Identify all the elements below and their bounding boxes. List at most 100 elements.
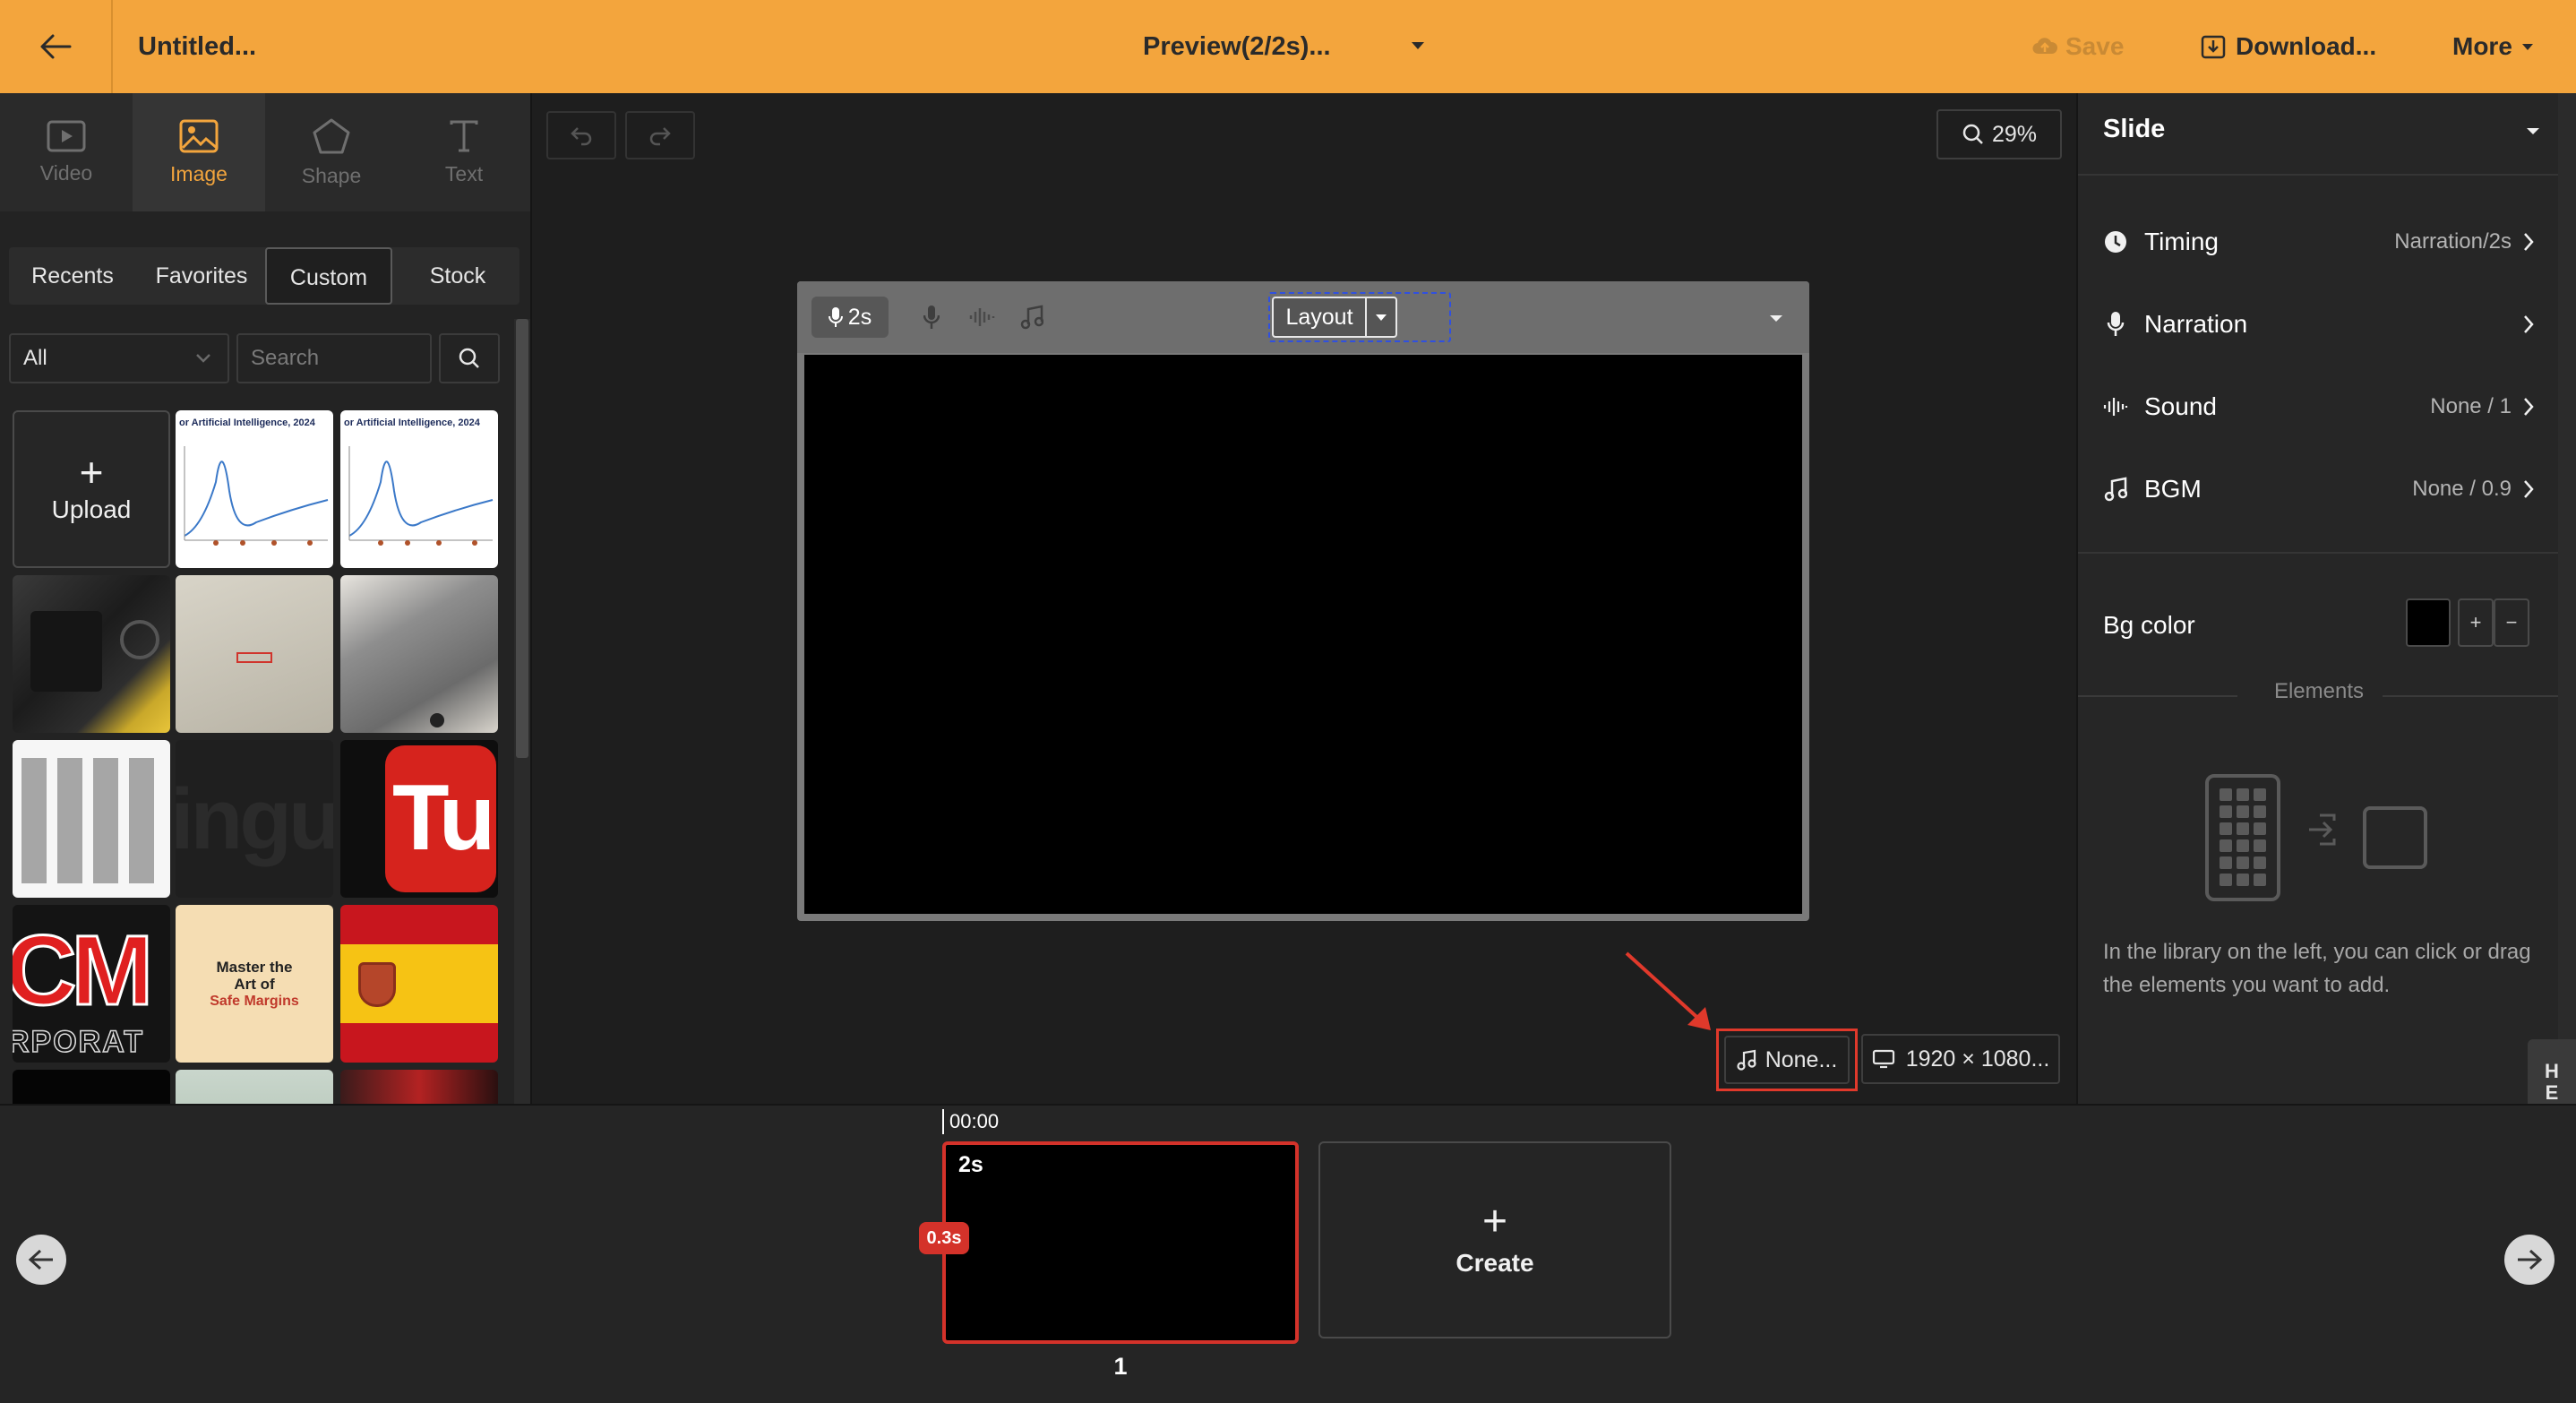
back-button[interactable] [0,0,113,93]
thumb-dark-text[interactable]: ingu [176,740,333,898]
thumb-youtube-logo[interactable]: Tu [340,740,498,898]
narration-label: Narration [2144,310,2248,338]
search-input[interactable] [236,333,432,383]
create-slide-button[interactable]: + Create [1318,1141,1671,1338]
more-menu-button[interactable]: More [2452,0,2536,93]
clock-icon [2103,229,2128,254]
thumb-dark-partial[interactable] [13,1070,170,1104]
arrow-right-icon [2518,1249,2543,1270]
create-slide-label: Create [1455,1249,1534,1277]
sound-button[interactable] [966,301,998,333]
library-scrollbar-thumb[interactable] [516,319,528,758]
sound-row[interactable]: Sound None / 1 [2078,371,2560,443]
timing-label: Timing [2144,228,2219,255]
right-scrollbar[interactable] [2558,93,2576,1104]
download-label: Download... [2236,32,2377,60]
slide-options-button[interactable] [1765,306,1788,330]
layout-dropdown-button[interactable] [1365,297,1397,338]
tab-video-label: Video [39,160,93,185]
caret-down-icon[interactable] [1408,36,1428,56]
bgm-row[interactable]: BGM None / 0.9 [2078,453,2560,525]
thumb-caption: Master the Art of [216,958,293,993]
chevron-right-icon [2524,398,2534,416]
caret-down-icon[interactable] [2524,122,2542,140]
tab-recents[interactable]: Recents [9,247,136,305]
tab-custom[interactable]: Custom [265,247,392,305]
layout-button[interactable]: Layout [1272,297,1367,338]
thumb-document-photo[interactable] [176,575,333,733]
thumb-product-grid[interactable] [13,740,170,898]
sound-wave-icon [2103,394,2128,419]
resolution-label: 1920 × 1080... [1905,1046,2050,1072]
undo-button[interactable] [546,111,616,159]
redo-icon [649,127,671,146]
divider [2078,174,2560,176]
redo-button[interactable] [625,111,695,159]
plus-icon: + [79,449,104,495]
download-button[interactable]: Download... [2200,0,2376,93]
narration-button[interactable] [915,301,948,333]
thumb-outdoor-partial[interactable] [176,1070,333,1104]
tab-shape[interactable]: Shape [265,93,398,211]
help-letter: E [2545,1081,2559,1104]
thumb-crowd-partial[interactable] [340,1070,498,1104]
zoom-control[interactable]: 29% [1936,109,2062,159]
thumb-safe-margins[interactable]: Master the Art of Safe Margins [176,905,333,1063]
mic-icon [923,306,940,329]
elements-title: Elements [2273,679,2365,703]
media-type-tabs: Video Image Shape Text [0,93,530,211]
help-letter: H [2545,1060,2559,1082]
mic-icon [828,307,843,327]
thumb-laptop-lid[interactable] [340,575,498,733]
slide-duration: 2s [958,1152,983,1177]
save-label: Save [2065,32,2125,60]
thumb-laptop-internals[interactable] [13,575,170,733]
tab-video[interactable]: Video [0,93,133,211]
duration-pill[interactable]: 2s [811,297,889,338]
timeline-prev-button[interactable] [16,1235,66,1285]
search-button[interactable] [439,333,500,383]
slide-number: 1 [1113,1353,1128,1380]
tab-image[interactable]: Image [133,93,265,211]
undo-icon [571,127,592,146]
bgm-select-button[interactable]: None... [1724,1036,1850,1084]
top-bar: Untitled... Preview(2/2s)... Save Downlo… [0,0,2576,93]
narration-row[interactable]: Narration [2078,288,2560,360]
bg-color-remove-button[interactable]: − [2494,598,2529,647]
text-icon [450,120,478,151]
slide-toolbar: 2s Layout [797,281,1809,353]
timing-row[interactable]: Timing Narration/2s [2078,206,2560,278]
music-note-icon [2103,477,2128,502]
tab-favorites[interactable]: Favorites [136,247,267,305]
elements-placeholder-icon [2205,774,2427,901]
tab-stock[interactable]: Stock [396,247,519,305]
thumb-ai-hype-cycle-1[interactable]: or Artificial Intelligence, 2024 [176,410,333,568]
slide-editor: 2s Layout [797,281,1809,921]
timeline-next-button[interactable] [2504,1235,2555,1285]
arrow-left-icon [40,34,72,59]
arrow-left-icon [28,1249,53,1270]
bgm-value: None / 0.9 [2412,477,2512,501]
tab-text[interactable]: Text [398,93,530,211]
upload-button[interactable]: + Upload [13,410,170,568]
hype-cycle-chart-image [348,446,494,546]
bg-color-swatch[interactable] [2406,598,2451,647]
thumb-caption-2: Safe Margins [210,993,299,1009]
slide-thumbnail-1[interactable]: 2s [942,1141,1299,1344]
save-button[interactable]: Save [2031,0,2124,93]
bgm-button[interactable] [1016,301,1048,333]
zoom-icon [1962,124,1983,144]
slide-canvas[interactable] [804,355,1802,914]
transition-badge[interactable]: 0.3s [919,1222,969,1254]
thumb-spain-flag[interactable] [340,905,498,1063]
preview-button[interactable]: Preview(2/2s)... [1143,0,1331,93]
category-filter-select[interactable]: All [9,333,229,383]
thumb-ai-hype-cycle-2[interactable]: or Artificial Intelligence, 2024 [340,410,498,568]
thumb-cm-logo[interactable]: CM RPORAT [13,905,170,1063]
video-icon [47,120,86,151]
bg-color-label: Bg color [2103,611,2195,639]
resolution-button[interactable]: 1920 × 1080... [1861,1034,2060,1084]
thumb-caption: Tu [392,766,495,870]
project-title[interactable]: Untitled... [138,0,256,93]
bg-color-add-button[interactable]: + [2458,598,2494,647]
